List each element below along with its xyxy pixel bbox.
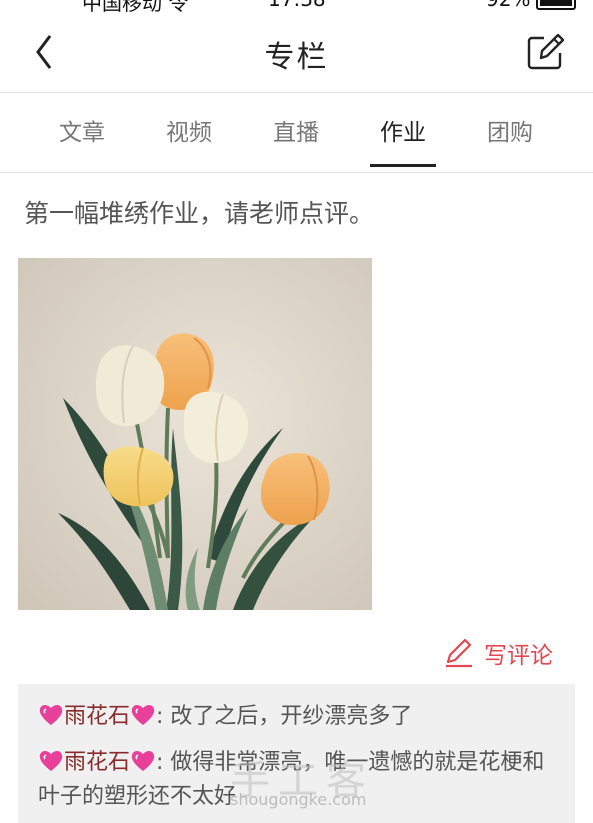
pen-icon xyxy=(446,638,472,668)
comment-list: 雨花石: 改了之后，开纱漂亮多了 雨花石: 做得非常漂亮，唯一遗憾的就是花梗和叶… xyxy=(18,684,575,823)
carrier-label: 中国移动 令 xyxy=(82,0,189,12)
post-text: 第一幅堆绣作业，请老师点评。 xyxy=(24,199,375,228)
comment-author[interactable]: 雨花石 xyxy=(64,704,130,729)
battery-icon xyxy=(536,0,576,10)
status-bar: 中国移动 令 17:38 92% xyxy=(0,0,593,12)
edit-icon xyxy=(527,33,565,70)
tulip-embroidery-image xyxy=(18,258,372,610)
post-image[interactable] xyxy=(18,258,372,610)
active-tab-indicator xyxy=(370,164,436,167)
page-title: 专栏 xyxy=(264,40,329,75)
tab-homework[interactable]: 作业 xyxy=(358,93,448,172)
comment-item: 雨花石: 改了之后，开纱漂亮多了 xyxy=(38,700,557,734)
sparkling-heart-icon xyxy=(39,705,63,725)
comment-item: 雨花石: 做得非常漂亮，唯一遗憾的就是花梗和叶子的塑形还不太好 xyxy=(38,746,557,814)
write-comment-button[interactable]: 写评论 xyxy=(444,633,562,673)
write-comment-label: 写评论 xyxy=(484,643,553,669)
tab-group-buy[interactable]: 团购 xyxy=(465,93,555,172)
tab-bar: 文章 视频 直播 作业 团购 xyxy=(0,93,593,173)
sparkling-heart-icon xyxy=(131,751,155,771)
tab-articles[interactable]: 文章 xyxy=(37,93,127,172)
battery-percent: 92% xyxy=(486,0,530,11)
tab-videos[interactable]: 视频 xyxy=(144,93,234,172)
nav-bar: 专栏 xyxy=(0,12,593,93)
tab-live[interactable]: 直播 xyxy=(251,93,341,172)
sparkling-heart-icon xyxy=(131,705,155,725)
clock: 17:38 xyxy=(268,0,326,11)
comment-text: 改了之后，开纱漂亮多了 xyxy=(163,704,413,729)
edit-button[interactable] xyxy=(524,32,568,72)
comment-author[interactable]: 雨花石 xyxy=(64,750,130,775)
sparkling-heart-icon xyxy=(39,751,63,771)
